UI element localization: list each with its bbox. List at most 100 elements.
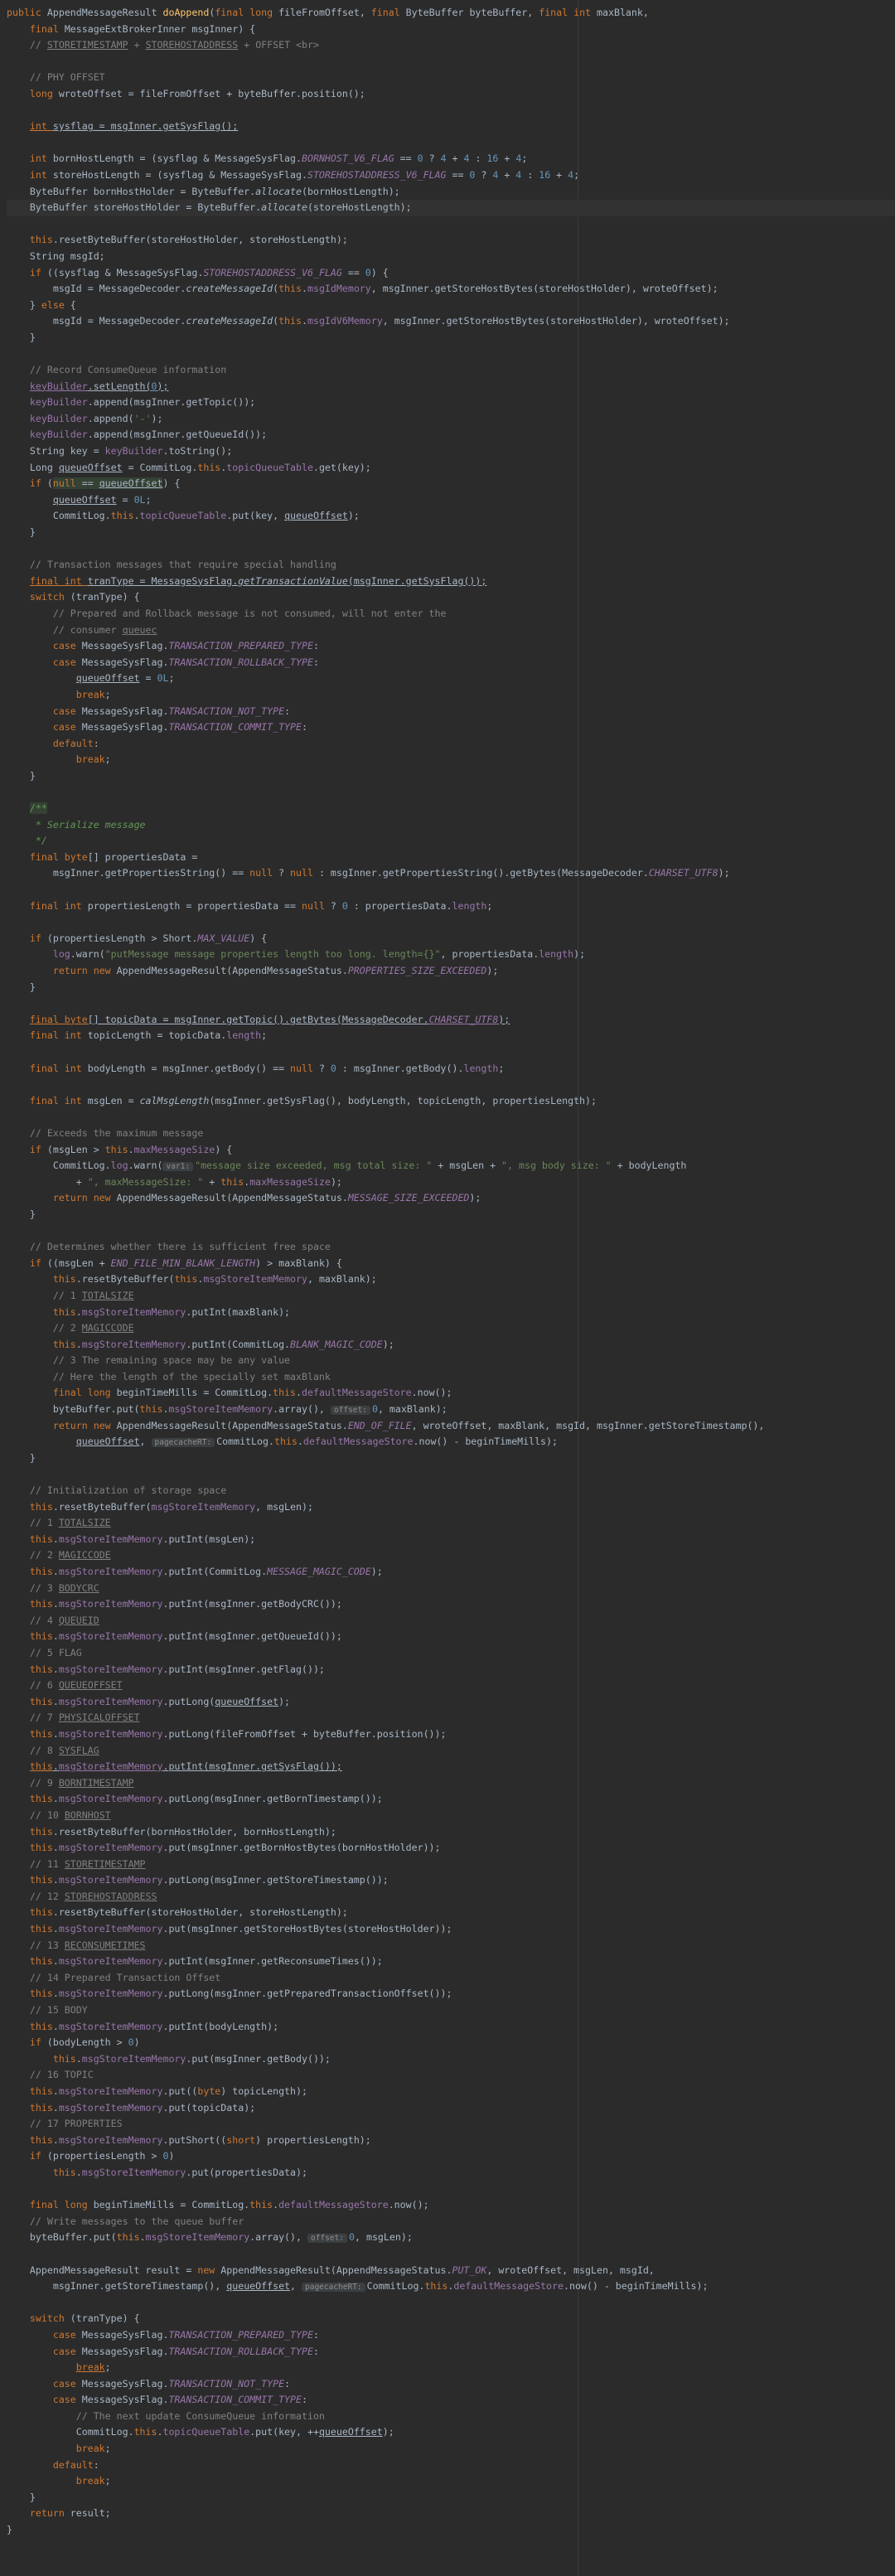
code-line[interactable]: this.msgStoreItemMemory.put(msgInner.get… xyxy=(7,1921,895,1938)
code-line[interactable]: final MessageExtBrokerInner msgInner) { xyxy=(7,22,895,38)
code-line[interactable]: // 16 TOPIC xyxy=(7,2067,895,2084)
code-line[interactable] xyxy=(7,882,895,898)
code-line[interactable]: int sysflag = msgInner.getSysFlag(); xyxy=(7,119,895,135)
code-line[interactable]: } xyxy=(7,525,895,541)
code-line[interactable]: * Serialize message xyxy=(7,817,895,834)
code-line[interactable]: final byte[] propertiesData = xyxy=(7,850,895,866)
code-line[interactable]: break; xyxy=(7,687,895,704)
code-line[interactable]: this.msgStoreItemMemory.putLong(queueOff… xyxy=(7,1694,895,1711)
code-line[interactable]: this.msgStoreItemMemory.putShort((short)… xyxy=(7,2133,895,2149)
code-line[interactable]: this.msgStoreItemMemory.put(msgInner.get… xyxy=(7,2051,895,2068)
code-line[interactable]: // 12 STOREHOSTADDRESS xyxy=(7,1889,895,1905)
code-line[interactable]: long wroteOffset = fileFromOffset + byte… xyxy=(7,86,895,103)
code-line[interactable]: break; xyxy=(7,2360,895,2376)
code-line[interactable]: this.resetByteBuffer(storeHostHolder, st… xyxy=(7,1905,895,1921)
code-line[interactable]: case MessageSysFlag.TRANSACTION_COMMIT_T… xyxy=(7,719,895,736)
code-line[interactable]: // 11 STORETIMESTAMP xyxy=(7,1857,895,1873)
code-line[interactable]: CommitLog.log.warn(var1: "message size ex… xyxy=(7,1158,895,1174)
code-line[interactable]: AppendMessageResult result = new AppendM… xyxy=(7,2263,895,2279)
code-line[interactable]: // 2 MAGICCODE xyxy=(7,1547,895,1564)
code-line[interactable]: return result; xyxy=(7,2506,895,2522)
code-line[interactable]: this.resetByteBuffer(msgStoreItemMemory,… xyxy=(7,1499,895,1516)
code-line[interactable]: this.msgStoreItemMemory.putInt(CommitLog… xyxy=(7,1564,895,1581)
code-line[interactable]: // Write messages to the queue buffer xyxy=(7,2214,895,2230)
code-line[interactable]: // 1 TOTALSIZE xyxy=(7,1515,895,1532)
code-line[interactable]: ByteBuffer storeHostHolder = ByteBuffer.… xyxy=(7,200,895,216)
code-line[interactable]: CommitLog.this.topicQueueTable.put(key, … xyxy=(7,2424,895,2441)
code-line[interactable]: this.msgStoreItemMemory.putLong(fileFrom… xyxy=(7,1726,895,1743)
code-line[interactable]: // PHY OFFSET xyxy=(7,70,895,86)
code-line[interactable]: } xyxy=(7,2490,895,2506)
code-line[interactable]: } xyxy=(7,1450,895,1467)
code-line[interactable]: // 6 QUEUEOFFSET xyxy=(7,1678,895,1694)
code-line[interactable]: ByteBuffer bornHostHolder = ByteBuffer.a… xyxy=(7,184,895,201)
code-line[interactable] xyxy=(7,995,895,1012)
code-line[interactable]: queueOffset = 0L; xyxy=(7,671,895,687)
code-line[interactable]: final long beginTimeMills = CommitLog.th… xyxy=(7,1385,895,1402)
code-line[interactable]: keyBuilder.append(msgInner.getTopic()); xyxy=(7,395,895,411)
code-line[interactable]: case MessageSysFlag.TRANSACTION_NOT_TYPE… xyxy=(7,2376,895,2393)
code-line[interactable]: case MessageSysFlag.TRANSACTION_PREPARED… xyxy=(7,2327,895,2344)
code-line[interactable]: case MessageSysFlag.TRANSACTION_ROLLBACK… xyxy=(7,2344,895,2361)
code-line[interactable]: this.msgStoreItemMemory.put((byte) topic… xyxy=(7,2084,895,2100)
code-line[interactable]: final int topicLength = topicData.length… xyxy=(7,1028,895,1044)
code-line[interactable]: } xyxy=(7,1207,895,1223)
code-line[interactable]: // Record ConsumeQueue information xyxy=(7,362,895,379)
code-line[interactable]: // Exceeds the maximum message xyxy=(7,1126,895,1142)
code-line[interactable]: } else { xyxy=(7,298,895,314)
code-line[interactable]: } xyxy=(7,768,895,785)
code-line[interactable] xyxy=(7,1077,895,1093)
code-line[interactable]: if (msgLen > this.maxMessageSize) { xyxy=(7,1142,895,1159)
code-line[interactable]: // 15 BODY xyxy=(7,2002,895,2019)
code-line[interactable]: case MessageSysFlag.TRANSACTION_COMMIT_T… xyxy=(7,2392,895,2409)
code-line[interactable]: // 1 TOTALSIZE xyxy=(7,1288,895,1305)
code-line[interactable]: break; xyxy=(7,2441,895,2457)
code-line[interactable] xyxy=(7,135,895,152)
code-line[interactable]: // Transaction messages that require spe… xyxy=(7,557,895,574)
code-line[interactable] xyxy=(7,1466,895,1483)
code-line[interactable]: // 13 RECONSUMETIMES xyxy=(7,1938,895,1954)
code-line[interactable]: default: xyxy=(7,736,895,753)
code-line[interactable]: switch (tranType) { xyxy=(7,2311,895,2327)
code-line[interactable]: this.msgStoreItemMemory.put(propertiesDa… xyxy=(7,2165,895,2181)
code-line[interactable]: // Prepared and Rollback message is not … xyxy=(7,606,895,622)
code-line[interactable]: case MessageSysFlag.TRANSACTION_ROLLBACK… xyxy=(7,655,895,671)
code-line[interactable]: // consumer queuec xyxy=(7,622,895,639)
code-line[interactable]: default: xyxy=(7,2457,895,2474)
code-line[interactable]: this.msgStoreItemMemory.putInt(msgInner.… xyxy=(7,1629,895,1645)
code-line[interactable]: // 10 BORNHOST xyxy=(7,1808,895,1824)
code-line[interactable]: keyBuilder.append('-'); xyxy=(7,411,895,428)
code-line[interactable]: } xyxy=(7,2522,895,2539)
code-line[interactable]: String msgId; xyxy=(7,249,895,265)
code-line[interactable] xyxy=(7,1223,895,1240)
code-line[interactable]: // 14 Prepared Transaction Offset xyxy=(7,1970,895,1987)
code-area[interactable]: public AppendMessageResult doAppend (fina… xyxy=(7,5,895,2539)
code-line[interactable] xyxy=(7,103,895,119)
code-line[interactable]: break; xyxy=(7,2473,895,2490)
code-line[interactable]: if (bodyLength > 0) xyxy=(7,2035,895,2051)
code-line[interactable]: switch (tranType) { xyxy=(7,589,895,606)
code-line[interactable]: Long queueOffset = CommitLog.this.topicQ… xyxy=(7,460,895,477)
code-line[interactable] xyxy=(7,2181,895,2198)
code-line[interactable]: this.msgStoreItemMemory.put(topicData); xyxy=(7,2100,895,2117)
code-line[interactable]: // STORETIMESTAMP + STOREHOSTADDRESS + O… xyxy=(7,37,895,54)
code-line[interactable]: return new AppendMessageResult(AppendMes… xyxy=(7,1190,895,1207)
code-line[interactable]: final long beginTimeMills = CommitLog.th… xyxy=(7,2197,895,2214)
code-line[interactable]: if ((msgLen + END_FILE_MIN_BLANK_LENGTH)… xyxy=(7,1256,895,1272)
code-line[interactable]: this.resetByteBuffer(this.msgStoreItemMe… xyxy=(7,1271,895,1288)
code-line[interactable]: log.warn("putMessage message properties … xyxy=(7,947,895,963)
code-line[interactable]: this.msgStoreItemMemory.putLong(msgInner… xyxy=(7,1986,895,2002)
code-line[interactable]: return new AppendMessageResult(AppendMes… xyxy=(7,1418,895,1435)
code-line[interactable]: final int tranType = MessageSysFlag.getT… xyxy=(7,574,895,590)
code-line[interactable]: this.msgStoreItemMemory.putInt(msgInner.… xyxy=(7,1954,895,1970)
code-line[interactable] xyxy=(7,541,895,558)
code-line[interactable]: this.msgStoreItemMemory.putLong(msgInner… xyxy=(7,1791,895,1808)
code-line[interactable]: this.msgStoreItemMemory.putInt(CommitLog… xyxy=(7,1337,895,1353)
code-line[interactable]: msgInner.getPropertiesString() == null ?… xyxy=(7,865,895,882)
code-line[interactable]: case MessageSysFlag.TRANSACTION_NOT_TYPE… xyxy=(7,704,895,720)
code-line[interactable]: final byte[] topicData = msgInner.getTop… xyxy=(7,1012,895,1029)
code-line[interactable]: // 3 The remaining space may be any valu… xyxy=(7,1353,895,1369)
code-line[interactable]: + ", maxMessageSize: " + this.maxMessage… xyxy=(7,1174,895,1191)
code-line[interactable]: this.msgStoreItemMemory.putInt(msgInner.… xyxy=(7,1596,895,1613)
code-line[interactable]: // 2 MAGICCODE xyxy=(7,1320,895,1337)
